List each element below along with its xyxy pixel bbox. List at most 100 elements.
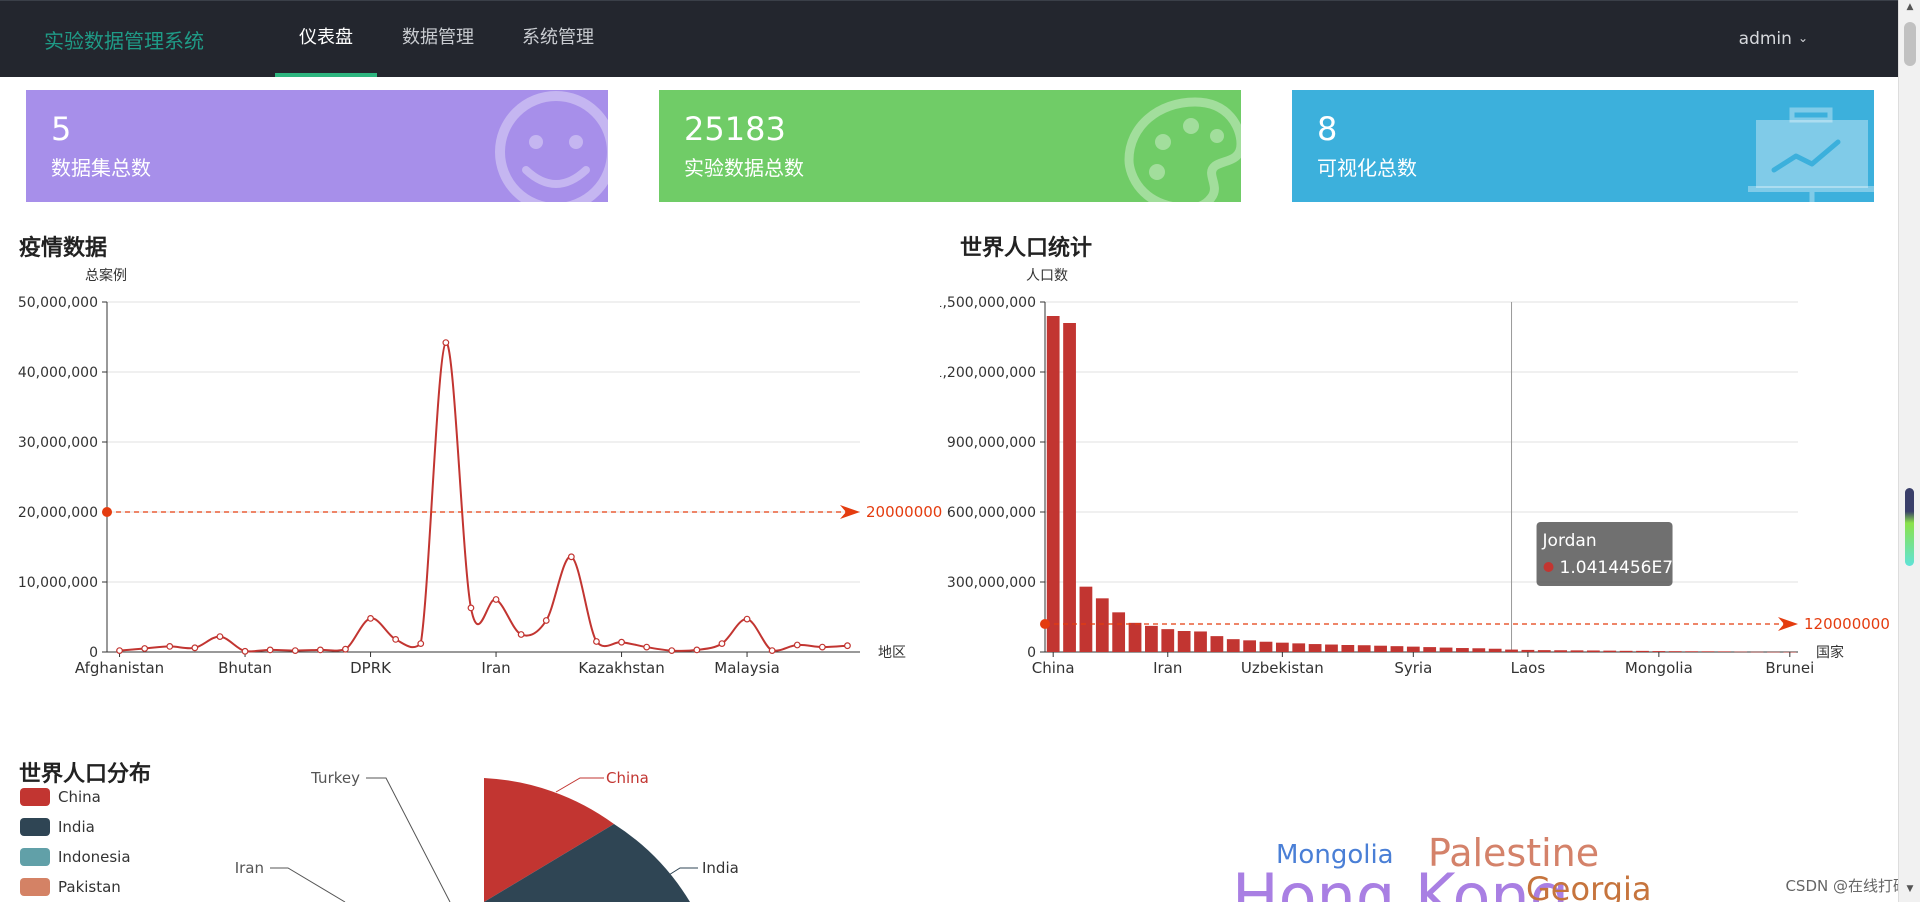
user-name: admin [1738,29,1792,49]
chevron-down-icon: ⌄ [1797,31,1808,45]
bar [1128,622,1142,652]
x-tick-label: Iran [481,659,510,677]
line-data-point [793,641,801,649]
bar [1161,629,1175,652]
vertical-scrollbar[interactable]: ▲ ▼ [1898,0,1920,902]
line-data-point [768,647,776,655]
y-tick-label: 1,500,000,000 [940,295,1036,311]
nav-tab-dashboard[interactable]: 仪表盘 [275,1,377,77]
x-axis-label: 地区 [878,645,906,661]
user-menu[interactable]: admin ⌄ [1739,1,1808,77]
x-tick-label: Syria [1394,659,1432,677]
stat-card-experiment-records: 25183 实验数据总数 [659,90,1241,202]
scroll-up-arrow-icon[interactable]: ▲ [1899,2,1920,18]
bar [1194,631,1207,652]
bar [1505,649,1518,652]
line-data-point [668,647,676,655]
word-hong-kong: Hong Kong [1232,860,1569,902]
y-tick-label: 40,000,000 [18,365,98,381]
line-data-point [291,647,299,655]
pie-label-iran: Iran [235,859,264,877]
line-data-point [141,645,149,652]
line-data-point [818,643,826,651]
bar [1095,598,1109,652]
bar [1750,651,1764,653]
nav-tab-data-management[interactable]: 数据管理 [378,1,498,77]
bar [1636,650,1649,652]
mark-line-start-dot [1040,619,1050,629]
bar [1439,647,1453,652]
x-tick-label: Afghanistan [75,659,164,677]
bar [1554,650,1568,652]
x-tick-label: China [1032,659,1075,677]
line-data-point [467,604,475,612]
mark-line-start-dot [102,507,112,517]
bar [1259,641,1273,652]
line-data-point [593,638,600,645]
stat-value: 25183 [684,110,786,148]
bar [1341,645,1355,652]
nav-tab-system-management[interactable]: 系统管理 [498,1,618,77]
app-brand[interactable]: 实验数据管理系统 [44,25,204,54]
bar [1488,648,1502,652]
bar [1275,642,1289,652]
bar [1406,646,1420,652]
line-data-point [542,617,550,624]
scroll-down-arrow-icon[interactable]: ▼ [1899,884,1920,900]
bar [1112,612,1126,652]
mark-line-label: 20000000 [866,503,942,521]
line-data-point [191,644,199,652]
bar [1537,650,1551,652]
line-data-point [417,640,425,648]
y-tick-label: 50,000,000 [18,295,98,311]
line-data-point [241,647,249,655]
bar [1210,636,1224,652]
line-data-point [266,646,274,654]
bar [1619,650,1633,652]
line-data-point [567,553,575,561]
stat-card-datasets: 5 数据集总数 [26,90,608,202]
bar [1046,316,1060,652]
pie-label-turkey: Turkey [310,769,360,787]
epidemic-line-chart[interactable]: 010,000,00020,000,00030,000,00040,000,00… [0,260,960,680]
x-tick-label: Bhutan [218,659,272,677]
bar [1521,649,1535,652]
y-tick-label: 600,000,000 [947,505,1036,521]
section-title-population-stats: 世界人口统计 [960,236,1093,261]
line-data-point [367,615,374,622]
pie-label-china: China [606,769,649,787]
x-tick-label: Kazakhstan [578,659,664,677]
bar [1652,651,1666,652]
population-bar-chart[interactable]: 0300,000,000600,000,000900,000,0001,200,… [940,260,1898,680]
stat-card-visualizations: 8 可视化总数 [1292,90,1874,202]
tooltip-title: Jordan [1542,531,1597,551]
y-tick-label: 10,000,000 [18,575,98,591]
line-data-point [643,643,651,651]
stat-label: 实验数据总数 [684,156,804,180]
top-navigation-bar: 实验数据管理系统 仪表盘 数据管理 系统管理 admin ⌄ [0,0,1898,77]
y-tick-label: 30,000,000 [18,435,98,451]
population-pie-chart[interactable]: China India Iran Turkey [0,740,900,902]
bar [1292,643,1306,652]
section-title-epidemic: 疫情数据 [19,236,108,261]
pie-label-india: India [702,859,739,877]
bar [1374,645,1387,652]
x-tick-label: Brunei [1765,659,1814,677]
word-georgia: Georgia [1526,870,1651,902]
line-data-point [316,646,324,654]
bar [1243,640,1257,652]
y-tick-label: 900,000,000 [947,435,1036,451]
y-axis-label: 总案例 [85,267,127,284]
stat-label: 数据集总数 [51,156,151,180]
scroll-thumb[interactable] [1904,22,1916,66]
presentation-chart-icon [1748,107,1874,202]
palette-icon [1124,97,1241,202]
stat-value: 5 [51,110,72,148]
watermark: CSDN @在线打码 [1785,877,1908,895]
bar [1586,650,1600,652]
bar [1423,647,1437,652]
bar [1603,650,1617,652]
stat-label: 可视化总数 [1317,156,1417,180]
population-word-cloud: Mongolia Palestine Hong Kong Georgia [1232,831,1651,902]
smiley-icon [495,91,608,202]
